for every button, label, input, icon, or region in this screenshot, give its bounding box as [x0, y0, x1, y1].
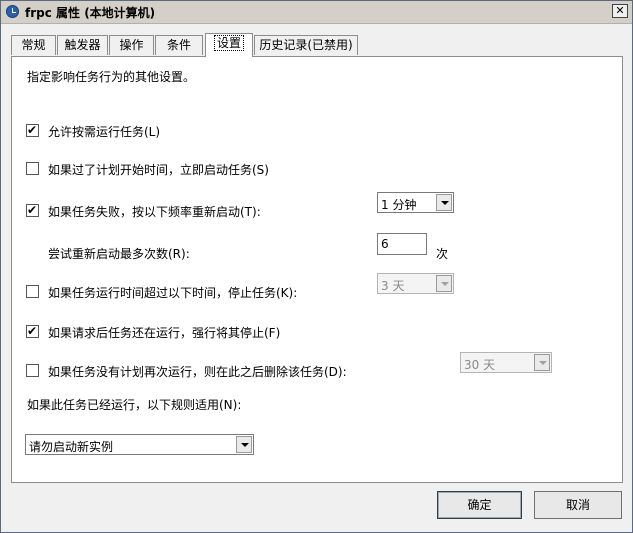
- rule-label: 如果此任务已经运行，以下规则适用(N):: [27, 398, 242, 412]
- tab-actions[interactable]: 操作: [109, 35, 154, 55]
- intro-text: 指定影响任务行为的其他设置。: [27, 70, 196, 84]
- force-stop-label: 如果请求后任务还在运行，强行将其停止(F): [48, 326, 281, 340]
- force-stop-checkbox[interactable]: [26, 323, 39, 339]
- chevron-down-icon[interactable]: [236, 436, 252, 453]
- tab-general[interactable]: 常规: [11, 35, 56, 55]
- tab-label: 触发器: [64, 38, 101, 52]
- retry-count-unit: 次: [436, 247, 449, 261]
- tab-label: 操作: [119, 38, 144, 52]
- clock-icon: [6, 5, 19, 18]
- close-button[interactable]: ✕: [612, 4, 628, 18]
- delete-if-not-scheduled-label: 如果任务没有计划再次运行，则在此之后删除该任务(D):: [48, 365, 347, 379]
- allow-on-demand-label: 允许按需运行任务(L): [48, 125, 161, 139]
- stop-if-longer-label: 如果任务运行时间超过以下时间，停止任务(K):: [48, 286, 298, 300]
- chevron-down-icon[interactable]: [436, 194, 452, 211]
- delete-after-select[interactable]: 30 天: [460, 352, 552, 373]
- ok-button[interactable]: 确定: [437, 491, 522, 519]
- restart-on-fail-checkbox[interactable]: [26, 202, 39, 218]
- tab-conditions[interactable]: 条件: [155, 35, 203, 55]
- tab-label: 历史记录(已禁用): [259, 38, 353, 52]
- rule-select[interactable]: 请勿启动新实例: [25, 434, 254, 455]
- tab-label: 常规: [21, 38, 46, 52]
- window-title: frpc 属性 (本地计算机): [25, 6, 156, 20]
- tab-label: 设置: [213, 35, 244, 51]
- rule-value: 请勿启动新实例: [29, 440, 114, 454]
- tab-label: 条件: [166, 38, 191, 52]
- tab-history[interactable]: 历史记录(已禁用): [254, 35, 358, 55]
- start-if-missed-label: 如果过了计划开始时间，立即启动任务(S): [48, 163, 269, 177]
- restart-interval-select[interactable]: 1 分钟: [377, 192, 454, 213]
- tab-settings[interactable]: 设置: [205, 33, 253, 57]
- chevron-down-icon[interactable]: [436, 275, 452, 292]
- restart-on-fail-label: 如果任务失败，按以下频率重新启动(T):: [48, 205, 261, 219]
- properties-window: frpc 属性 (本地计算机) ✕ 常规 触发器 操作 条件 设置 历史记录(已…: [0, 0, 633, 533]
- allow-on-demand-checkbox[interactable]: [26, 122, 39, 138]
- chevron-down-icon[interactable]: [534, 354, 550, 371]
- delete-if-not-scheduled-checkbox[interactable]: [26, 364, 39, 377]
- cancel-button[interactable]: 取消: [534, 491, 622, 519]
- retry-count-input[interactable]: 6: [377, 233, 427, 255]
- retry-count-label: 尝试重新启动最多次数(R):: [48, 247, 190, 261]
- stop-if-longer-checkbox[interactable]: [26, 285, 39, 298]
- retry-count-value: 6: [381, 237, 389, 251]
- start-if-missed-checkbox[interactable]: [26, 162, 39, 175]
- restart-interval-value: 1 分钟: [381, 198, 417, 212]
- title-bar: frpc 属性 (本地计算机) ✕: [1, 1, 632, 24]
- settings-panel: 指定影响任务行为的其他设置。 允许按需运行任务(L) 如果过了计划开始时间，立即…: [11, 56, 623, 483]
- delete-after-value: 30 天: [464, 358, 496, 372]
- stop-duration-select[interactable]: 3 天: [377, 273, 454, 294]
- stop-duration-value: 3 天: [381, 279, 405, 293]
- tab-triggers[interactable]: 触发器: [57, 35, 108, 55]
